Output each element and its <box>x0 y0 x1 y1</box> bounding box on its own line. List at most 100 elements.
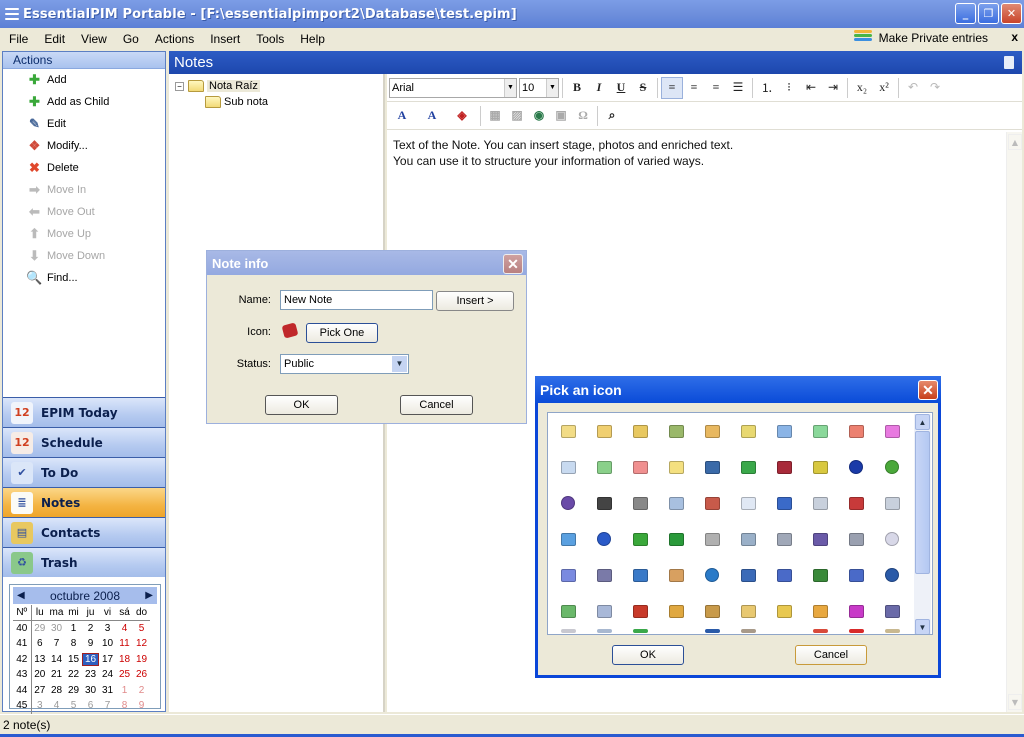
icon-option[interactable] <box>766 593 802 629</box>
nav-trash[interactable]: ♻ Trash <box>3 547 165 577</box>
redo-button[interactable]: ↷ <box>924 77 946 99</box>
icon-option[interactable] <box>838 521 874 557</box>
notebook-icon[interactable] <box>1004 56 1014 69</box>
icon-option-partial[interactable] <box>874 629 910 634</box>
icon-option[interactable] <box>550 557 586 593</box>
note-body[interactable]: Text of the Note. You can insert stage, … <box>393 137 733 169</box>
action-delete[interactable]: ✖ Delete <box>3 157 165 179</box>
dialog-close-button[interactable]: ✕ <box>503 254 523 274</box>
calendar-day[interactable]: 31 <box>99 683 116 699</box>
private-close-button[interactable]: x <box>1011 30 1018 44</box>
icon-option[interactable] <box>802 521 838 557</box>
icon-option[interactable] <box>694 413 730 449</box>
calendar-day[interactable]: 6 <box>82 698 99 714</box>
icon-option[interactable] <box>874 521 910 557</box>
icon-option[interactable] <box>586 557 622 593</box>
icon-option-partial[interactable] <box>550 629 586 634</box>
calendar-day[interactable]: 5 <box>133 621 150 637</box>
restore-button[interactable]: ❐ <box>978 3 999 24</box>
italic-button[interactable]: I <box>588 77 610 99</box>
chevron-down-icon[interactable]: ▼ <box>504 78 516 97</box>
icon-option-partial[interactable] <box>838 629 874 634</box>
icon-option-partial[interactable] <box>694 629 730 634</box>
fill-color-button[interactable]: ◈ <box>447 105 477 127</box>
icon-option[interactable] <box>658 521 694 557</box>
prev-month-button[interactable]: ◀ <box>17 590 25 601</box>
calendar-day[interactable]: 2 <box>82 621 99 637</box>
icon-option[interactable] <box>874 593 910 629</box>
pick-icon-button[interactable]: Pick One <box>306 323 378 343</box>
icon-option[interactable] <box>802 557 838 593</box>
highlight-color-button[interactable]: A <box>417 105 447 127</box>
icon-option[interactable] <box>586 413 622 449</box>
scroll-down-icon[interactable]: ▼ <box>1008 694 1022 710</box>
calendar-day[interactable]: 24 <box>99 667 116 683</box>
nav-epim-today[interactable]: 12 EPIM Today <box>3 397 165 427</box>
calendar-day[interactable]: 15 <box>65 652 82 668</box>
calendar-day[interactable]: 6 <box>31 636 48 652</box>
calendar-day[interactable]: 11 <box>116 636 133 652</box>
cancel-button[interactable]: Cancel <box>400 395 473 415</box>
dialog-close-button[interactable]: ✕ <box>918 380 938 400</box>
menu-view[interactable]: View <box>72 32 114 46</box>
menu-file[interactable]: File <box>0 32 35 46</box>
calendar-day[interactable]: 8 <box>116 698 133 714</box>
insert-link-button[interactable]: ◉ <box>528 105 550 127</box>
icon-option[interactable] <box>550 413 586 449</box>
app-menu-icon[interactable] <box>5 8 19 20</box>
icon-option[interactable] <box>586 449 622 485</box>
calendar-day[interactable]: 30 <box>48 621 65 637</box>
menu-help[interactable]: Help <box>291 32 332 46</box>
menu-tools[interactable]: Tools <box>247 32 291 46</box>
icon-option[interactable] <box>622 593 658 629</box>
tree-node-root[interactable]: − Nota Raíz <box>175 78 260 94</box>
bullet-list-button[interactable]: ⁝ <box>778 77 800 99</box>
tree-node-label[interactable]: Sub nota <box>224 96 268 108</box>
align-left-button[interactable]: ≡ <box>661 76 683 99</box>
calendar-day[interactable]: 14 <box>48 652 65 668</box>
action-move-up[interactable]: ⬆ Move Up <box>3 223 165 245</box>
private-entries-icon[interactable] <box>854 30 872 44</box>
icon-option[interactable] <box>874 413 910 449</box>
find-button[interactable]: ⌕ <box>601 105 623 127</box>
tree-node-label[interactable]: Nota Raíz <box>207 80 260 92</box>
icon-option[interactable] <box>838 413 874 449</box>
menu-edit[interactable]: Edit <box>35 32 72 46</box>
insert-button[interactable]: Insert > <box>436 291 514 311</box>
calendar-day[interactable]: 17 <box>99 652 116 668</box>
icon-option-partial[interactable] <box>586 629 622 634</box>
calendar-day[interactable]: 19 <box>133 652 150 668</box>
nav-to-do[interactable]: ✔ To Do <box>3 457 165 487</box>
calendar-day[interactable]: 23 <box>82 667 99 683</box>
action-find[interactable]: 🔍 Find... <box>3 267 165 289</box>
icon-option[interactable] <box>622 413 658 449</box>
tree-node-child[interactable]: Sub nota <box>205 94 268 110</box>
calendar-day[interactable]: 7 <box>48 636 65 652</box>
icon-option[interactable] <box>694 485 730 521</box>
menu-go[interactable]: Go <box>114 32 146 46</box>
underline-button[interactable]: U <box>610 77 632 99</box>
icon-option[interactable] <box>694 449 730 485</box>
calendar-day[interactable]: 9 <box>82 636 99 652</box>
scroll-down-icon[interactable]: ▼ <box>915 619 930 634</box>
scroll-up-icon[interactable]: ▲ <box>915 414 930 430</box>
ok-button[interactable]: OK <box>265 395 338 415</box>
icon-option[interactable] <box>874 449 910 485</box>
chevron-down-icon[interactable]: ▼ <box>546 78 558 97</box>
action-move-down[interactable]: ⬇ Move Down <box>3 245 165 267</box>
calendar-day[interactable]: 13 <box>31 652 48 668</box>
icon-option[interactable] <box>766 449 802 485</box>
menu-insert[interactable]: Insert <box>201 32 247 46</box>
calendar-day[interactable]: 4 <box>48 698 65 714</box>
icon-option[interactable] <box>622 449 658 485</box>
icon-option[interactable] <box>586 521 622 557</box>
icon-option[interactable] <box>550 449 586 485</box>
icon-option[interactable] <box>766 485 802 521</box>
justify-button[interactable]: ☰ <box>727 77 749 99</box>
cancel-button[interactable]: Cancel <box>795 645 867 665</box>
calendar-day[interactable]: 4 <box>116 621 133 637</box>
collapse-icon[interactable]: − <box>175 81 184 91</box>
bold-button[interactable]: B <box>566 77 588 99</box>
action-add-as-child[interactable]: ✚ Add as Child <box>3 91 165 113</box>
icon-option[interactable] <box>802 593 838 629</box>
